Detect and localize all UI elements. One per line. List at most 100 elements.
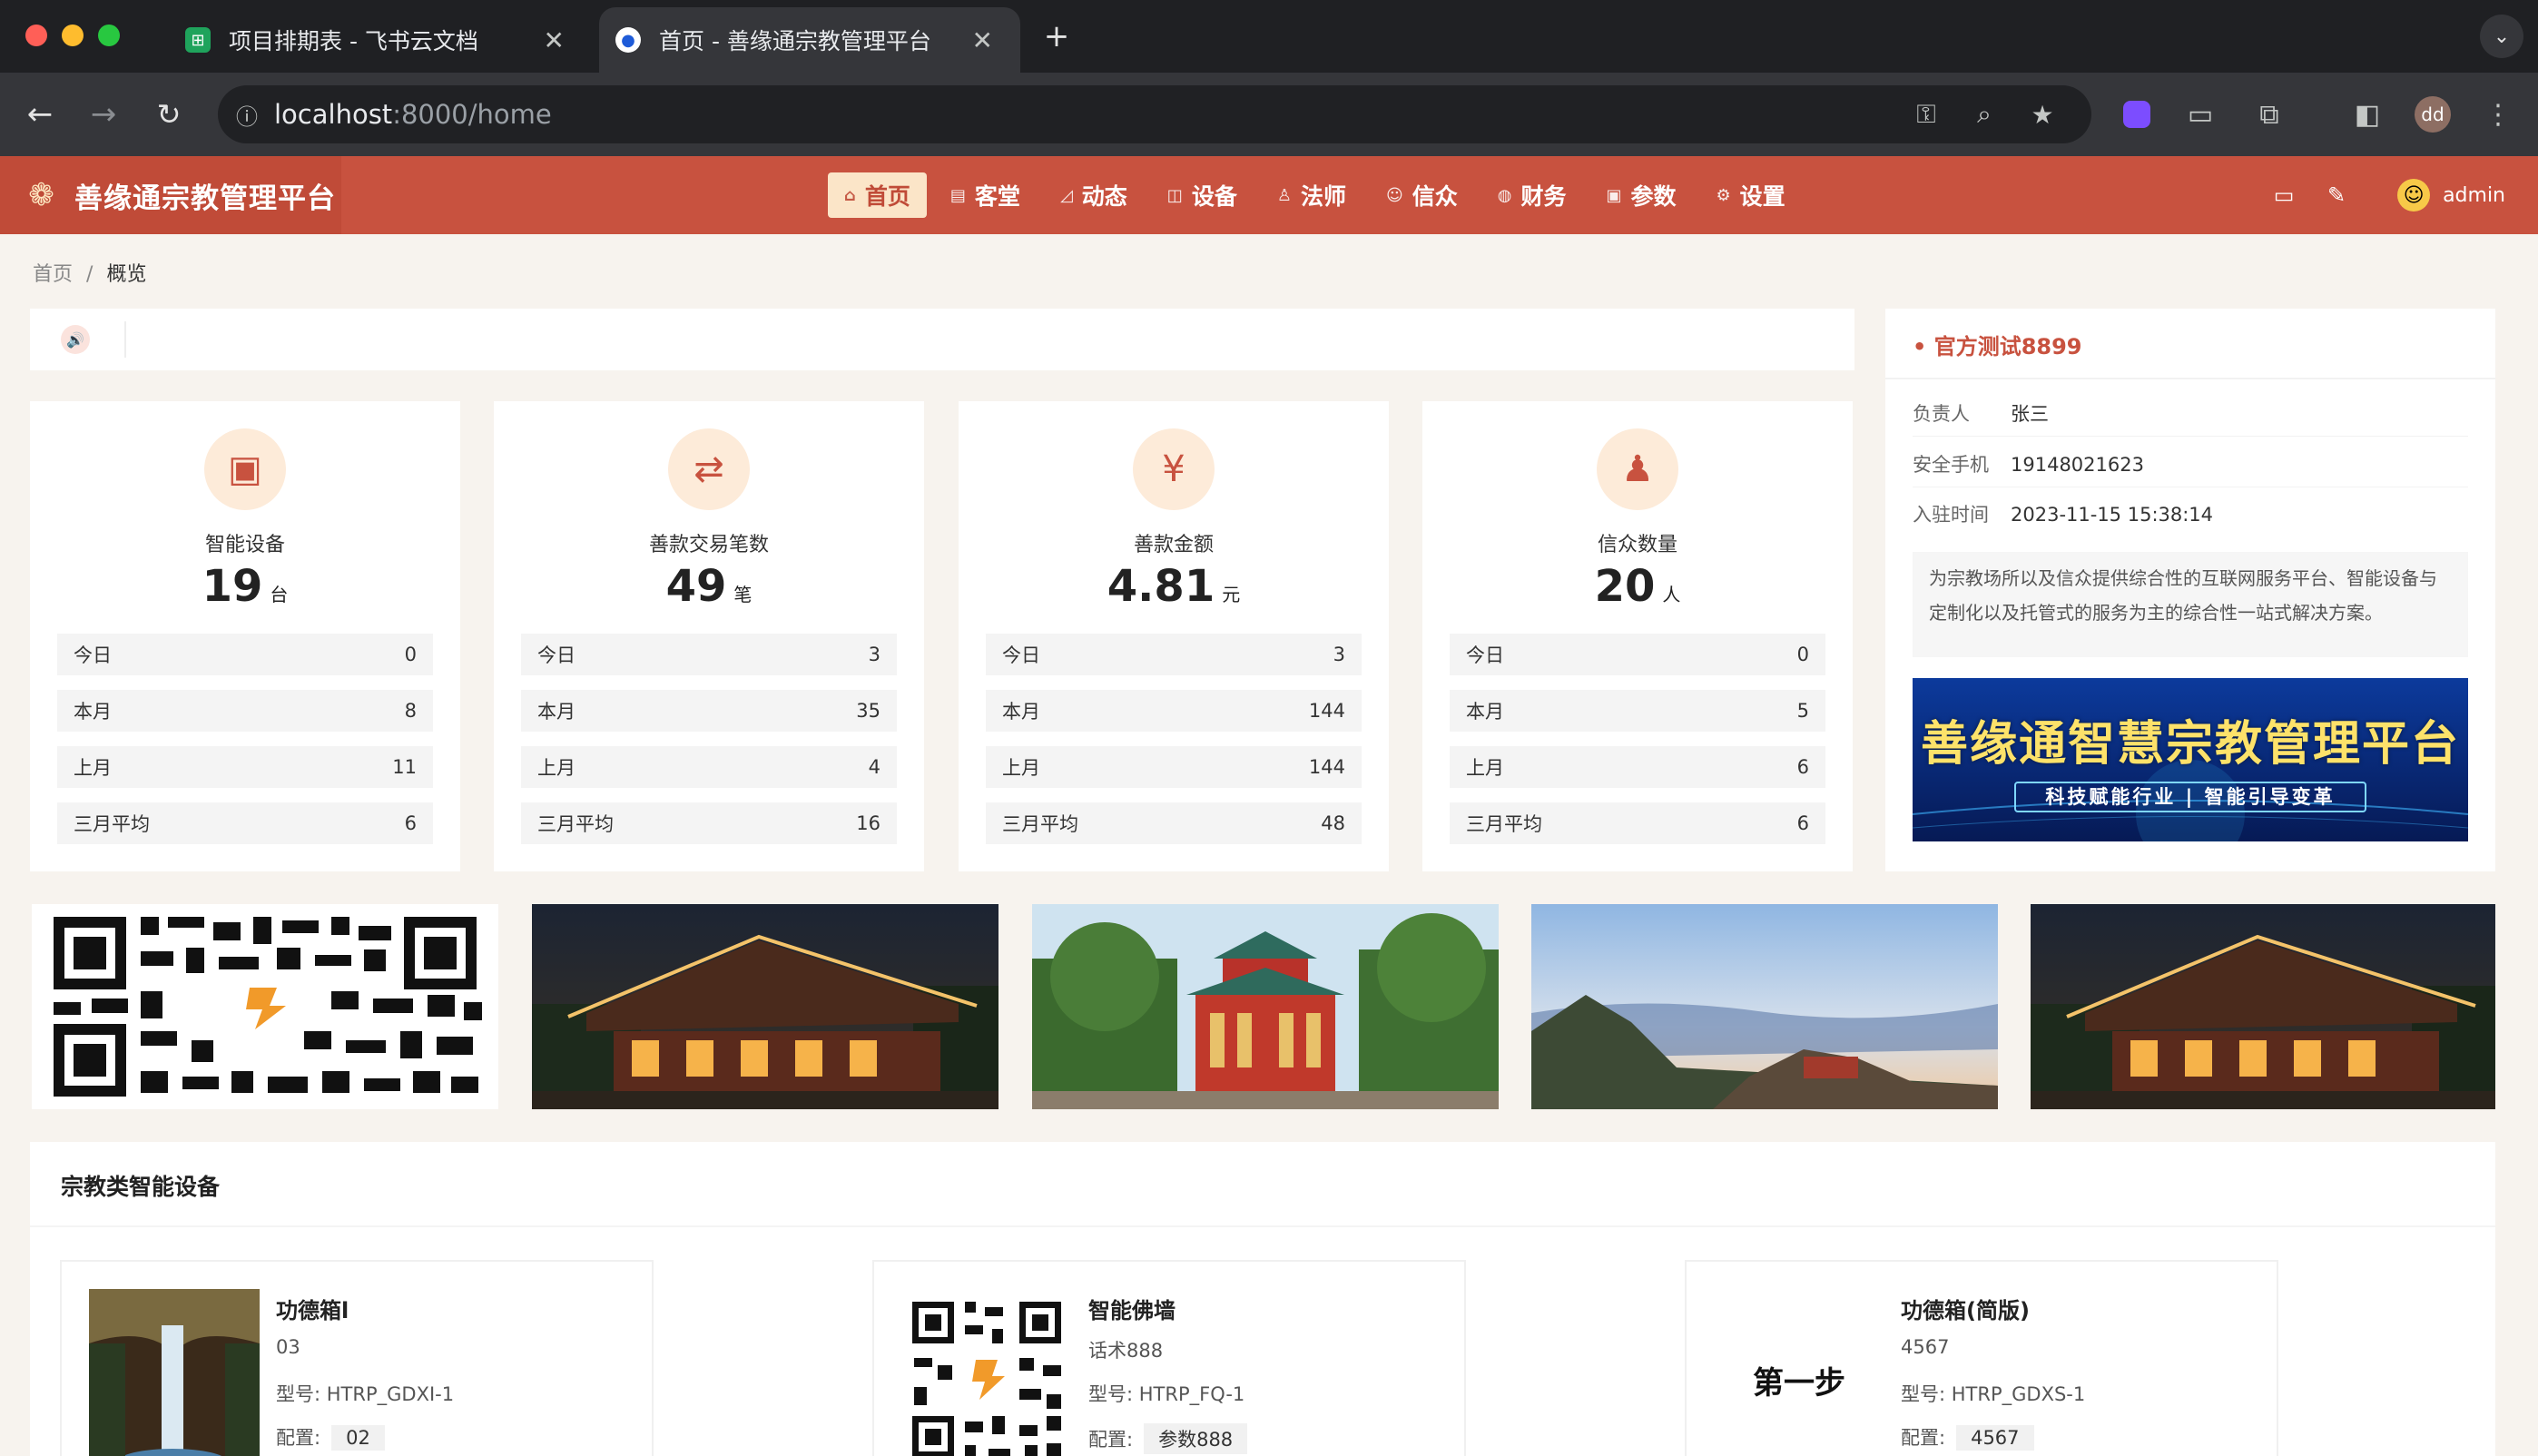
equipment-card-fq[interactable]: 智能佛墙 话术888 型号: HTRP_FQ-1 配置: 参数888 [872, 1260, 1466, 1456]
qr-code-image[interactable] [32, 904, 498, 1109]
menu-item-finance[interactable]: ◍ 财务 [1481, 172, 1583, 218]
temple-night-photo-2[interactable] [2031, 904, 2495, 1109]
browser-chrome: ⊞ 项目排期表 - 飞书云文档 ✕ ● 首页 - 善缘通宗教管理平台 ✕ + ⌄… [0, 0, 2538, 156]
org-joined: 入驻时间 2023-11-15 15:38:14 [1913, 504, 2214, 526]
equipment-config: 配置: 02 [276, 1423, 385, 1451]
banner-title: 善缘通智慧宗教管理平台 [1920, 717, 2460, 772]
monitor-icon[interactable]: ▭ [2266, 177, 2302, 213]
equipment-name: 功德箱(简版) [1901, 1298, 2030, 1323]
mountain-sea-of-clouds-photo[interactable] [1531, 904, 1998, 1109]
profile-avatar[interactable]: dd [2411, 93, 2454, 136]
minimize-window-button[interactable] [62, 25, 84, 46]
stat-row: 本月 35 [521, 690, 897, 732]
equipment-model: 型号: HTRP_GDXS-1 [1901, 1383, 2086, 1405]
sheet-icon: ⊞ [185, 27, 211, 53]
speaker-icon: 🔊 [61, 325, 90, 354]
stat-row: 本月 8 [57, 690, 433, 732]
master-icon: ♙ [1276, 185, 1292, 205]
section-title: 宗教类智能设备 [61, 1174, 221, 1200]
org-contact: 负责人 张三 [1913, 403, 2049, 425]
equipment-model: 型号: HTRP_GDXI-1 [276, 1383, 455, 1405]
url-text: localhost:8000/home [274, 99, 552, 130]
menu-item-params[interactable]: ▣ 参数 [1590, 172, 1693, 218]
yen-hand-icon: ¥ [1133, 428, 1215, 510]
tab-title: 首页 - 善缘通宗教管理平台 [659, 28, 931, 54]
breadcrumb-home[interactable]: 首页 [33, 263, 73, 286]
side-panel-icon[interactable]: ◧ [2346, 93, 2389, 136]
stat-card-transactions: ⇄ 善款交易笔数 49 笔 今日 3 本月 35 上月 4 三月平均 16 [494, 401, 924, 871]
device-icon: ▣ [204, 428, 286, 510]
browser-menu-icon[interactable]: ⋮ [2476, 93, 2520, 136]
extensions-puzzle-icon[interactable]: ⧉ [2248, 93, 2291, 136]
device-icon: ◫ [1166, 185, 1183, 205]
brand-name: 善缘通宗教管理平台 [74, 182, 336, 215]
stat-row: 上月 4 [521, 746, 897, 788]
stat-row: 今日 3 [986, 634, 1362, 675]
stat-row: 今日 3 [521, 634, 897, 675]
user-avatar[interactable]: ☺ [2397, 179, 2431, 212]
maximize-window-button[interactable] [98, 25, 120, 46]
stat-card-devices: ▣ 智能设备 19 台 今日 0 本月 8 上月 11 三月平均 6 [30, 401, 460, 871]
menu-item-home[interactable]: ⌂ 首页 [828, 172, 927, 218]
people-icon: ♟ [1597, 428, 1678, 510]
equipment-name: 智能佛墙 [1088, 1298, 1176, 1323]
extension-icon[interactable] [2115, 93, 2159, 136]
banner-subtitle: 科技赋能行业 | 智能引导变革 [2014, 782, 2366, 812]
equipment-card-gdxi[interactable]: 功德箱l 03 型号: HTRP_GDXI-1 配置: 02 [60, 1260, 654, 1456]
stat-row: 今日 0 [1450, 634, 1825, 675]
stat-row: 三月平均 16 [521, 802, 897, 844]
menu-item-believer[interactable]: ☺ 信众 [1370, 172, 1474, 218]
bookmark-star-icon[interactable]: ★ [2026, 98, 2059, 131]
transfer-icon: ⇄ [668, 428, 750, 510]
activity-icon: ◿ [1059, 185, 1073, 205]
equipment-card-gdxs[interactable]: 第一步 功德箱(简版) 4567 型号: HTRP_GDXS-1 配置: 4567 [1685, 1260, 2278, 1456]
menu-item-settings[interactable]: ⚙ 设置 [1700, 172, 1802, 218]
menu-item-activity[interactable]: ◿ 动态 [1044, 172, 1144, 218]
tab-title: 项目排期表 - 飞书云文档 [229, 28, 478, 54]
site-info-icon[interactable]: ⓘ [236, 99, 258, 131]
settings-icon: ⚙ [1716, 185, 1731, 205]
browser-tab-feishu[interactable]: ⊞ 项目排期表 - 飞书云文档 ✕ [169, 7, 592, 73]
reload-button[interactable]: ↻ [147, 93, 191, 136]
stat-title: 善款金额 [1133, 534, 1214, 556]
key-icon[interactable]: ⚿ [1910, 98, 1943, 131]
user-name[interactable]: admin [2443, 184, 2505, 207]
platform-banner: 善缘通智慧宗教管理平台 科技赋能行业 | 智能引导变革 [1913, 678, 2468, 841]
stat-row: 三月平均 6 [57, 802, 433, 844]
equipment-name: 功德箱l [276, 1298, 349, 1323]
browser-tab-home[interactable]: ● 首页 - 善缘通宗教管理平台 ✕ [599, 7, 1020, 73]
temple-night-photo[interactable] [532, 904, 998, 1109]
stat-row: 三月平均 48 [986, 802, 1362, 844]
close-window-button[interactable] [25, 25, 47, 46]
tab-strip: ⊞ 项目排期表 - 飞书云文档 ✕ ● 首页 - 善缘通宗教管理平台 ✕ + ⌄ [0, 0, 2538, 73]
stat-row: 今日 0 [57, 634, 433, 675]
stat-value: 49 笔 [665, 561, 753, 612]
breadcrumb: 首页 / 概览 [33, 263, 147, 286]
close-tab-icon[interactable]: ✕ [972, 25, 993, 55]
close-tab-icon[interactable]: ✕ [544, 25, 565, 55]
home-icon: ⌂ [844, 185, 856, 205]
url-input[interactable]: ⓘ localhost:8000/home ⚿ ⌕ ★ [218, 85, 2091, 143]
org-description: 为宗教场所以及信众提供综合性的互联网服务平台、智能设备与定制化以及托管式的服务为… [1913, 552, 2468, 657]
temple-pagoda-photo[interactable] [1032, 904, 1499, 1109]
new-tab-button[interactable]: + [1035, 15, 1078, 58]
equipment-config: 配置: 4567 [1901, 1423, 2034, 1451]
stat-title: 信众数量 [1597, 534, 1677, 556]
equipment-code: 4567 [1901, 1336, 1950, 1358]
address-bar: ← → ↻ ⓘ localhost:8000/home ⚿ ⌕ ★ ▭ ⧉ ◧ … [0, 73, 2538, 156]
stat-row: 本月 144 [986, 690, 1362, 732]
edit-icon[interactable]: ✎ [2318, 177, 2355, 213]
stat-value: 4.81 元 [1107, 561, 1241, 612]
menu-item-device[interactable]: ◫ 设备 [1151, 172, 1254, 218]
forward-button[interactable]: → [82, 93, 125, 136]
screen-capture-icon[interactable]: ▭ [2179, 93, 2222, 136]
menu-item-master[interactable]: ♙ 法师 [1261, 172, 1362, 218]
menu-item-hall[interactable]: ▤ 客堂 [934, 172, 1037, 218]
stat-value: 20 人 [1594, 561, 1681, 612]
tab-search-button[interactable]: ⌄ [2480, 15, 2523, 58]
back-button[interactable]: ← [18, 93, 62, 136]
stat-title: 善款交易笔数 [648, 534, 769, 556]
org-info-panel: • 官方测试8899 负责人 张三 安全手机 19148021623 入驻时间 202… [1885, 309, 2495, 871]
brand[interactable]: ❁ 善缘通宗教管理平台 [0, 156, 341, 234]
zoom-icon[interactable]: ⌕ [1968, 98, 2001, 131]
